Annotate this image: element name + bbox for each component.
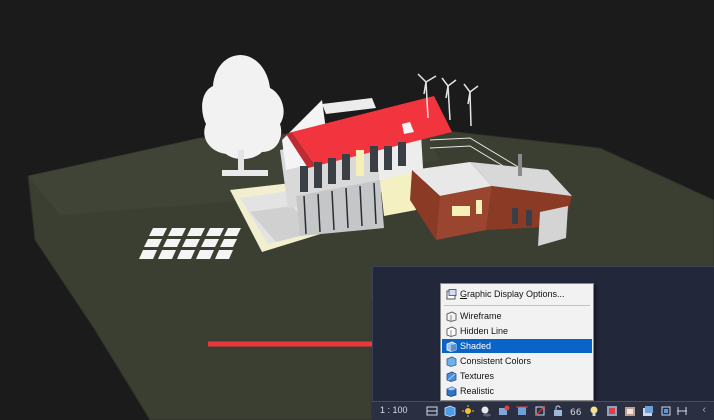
menu-item-textures[interactable]: Textures xyxy=(442,369,592,383)
show-crop-icon[interactable] xyxy=(534,405,546,417)
temporary-view-icon[interactable] xyxy=(624,405,636,417)
menu-item-shaded[interactable]: Shaded xyxy=(442,339,592,353)
menu-item-label: Consistent Colors xyxy=(460,356,532,366)
graphic-display-options-item[interactable]: Graphic Display Options... xyxy=(442,287,592,301)
menu-item-label: Textures xyxy=(460,371,495,381)
render-icon[interactable] xyxy=(498,405,510,417)
crop-view-icon[interactable] xyxy=(516,405,528,417)
reveal-hidden-icon[interactable] xyxy=(588,405,600,417)
highlight-displacement-icon[interactable] xyxy=(660,405,672,417)
visual-style-menu: Graphic Display Options... Wireframe Hid… xyxy=(440,283,594,401)
shadows-icon[interactable] xyxy=(480,405,492,417)
solar-panel-array xyxy=(139,228,241,259)
menu-item-realistic[interactable]: Realistic xyxy=(442,384,592,398)
menu-item-label: Hidden Line xyxy=(460,326,509,336)
menu-item-label: Shaded xyxy=(460,341,492,351)
detail-level-icon[interactable] xyxy=(426,405,438,417)
menu-item-hidden-line[interactable]: Hidden Line xyxy=(442,324,592,338)
wireframe-icon xyxy=(446,311,457,322)
menu-item-consistent-colors[interactable]: Consistent Colors xyxy=(442,354,592,368)
sun-path-icon[interactable] xyxy=(462,405,474,417)
graphic-display-options-icon xyxy=(446,288,457,299)
consistent-colors-icon xyxy=(446,356,457,367)
view-scale[interactable]: 1 : 100 xyxy=(380,405,408,415)
shaded-icon xyxy=(446,341,457,352)
hidden-line-icon xyxy=(446,326,457,337)
realistic-icon xyxy=(446,386,457,397)
roof-deck xyxy=(322,98,376,114)
unlock-3d-icon[interactable] xyxy=(552,405,564,417)
constraints-icon[interactable] xyxy=(676,405,688,417)
textures-icon xyxy=(446,371,457,382)
analytical-model-icon[interactable] xyxy=(642,405,654,417)
menu-item-label: Realistic xyxy=(460,386,495,396)
view-control-bar: 1 : 100 66 ‹ xyxy=(372,401,714,420)
worksharing-icon[interactable] xyxy=(606,405,618,417)
temporary-hide-icon[interactable]: 66 xyxy=(570,405,582,417)
menu-item-label: Wireframe xyxy=(460,311,502,321)
menu-item-wireframe[interactable]: Wireframe xyxy=(442,309,592,323)
visual-style-icon[interactable] xyxy=(444,405,456,417)
chevron-left-icon[interactable]: ‹ xyxy=(702,404,706,416)
menu-separator xyxy=(444,305,590,306)
svg-text:66: 66 xyxy=(570,408,582,417)
graphic-display-options-label: Graphic Display Options... xyxy=(460,289,565,299)
